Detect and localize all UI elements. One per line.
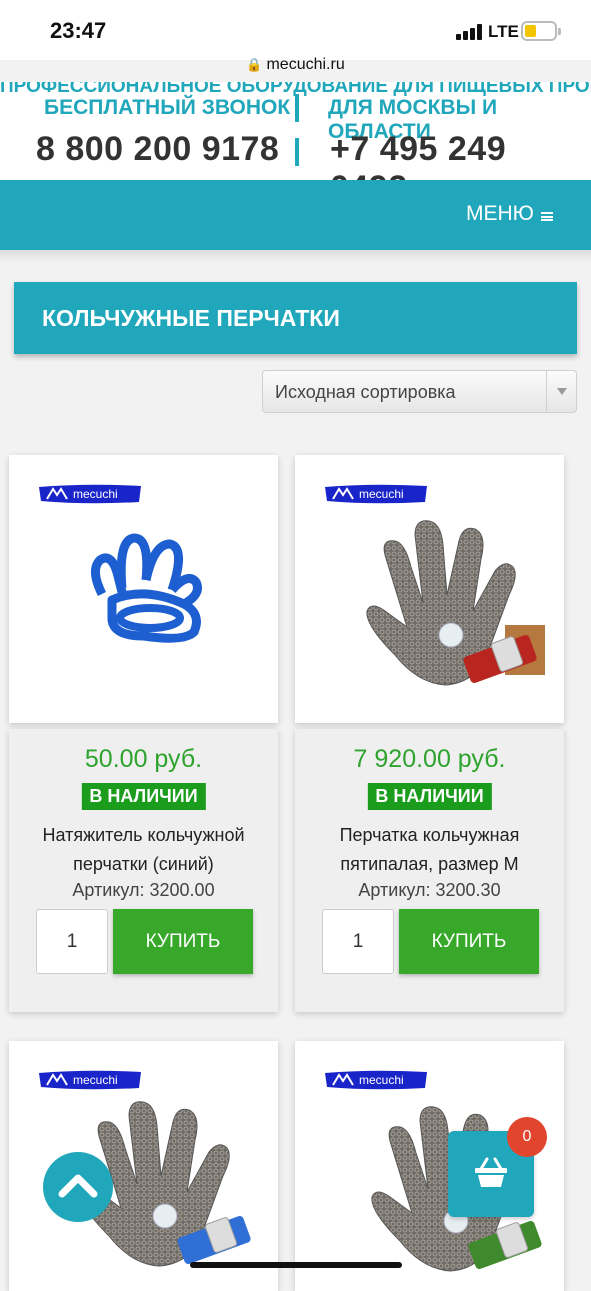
menu-button[interactable]: МЕНЮ	[466, 202, 534, 226]
product-sku: Артикул: 3200.30	[358, 880, 501, 900]
product-name[interactable]: Перчатка кольчужная пятипалая, размер M	[305, 821, 554, 879]
tensioner-image	[91, 533, 202, 643]
mesh-glove-image	[366, 520, 545, 686]
product-price: 50.00 руб.	[84, 745, 203, 773]
category-title: КОЛЬЧУЖНЫЕ ПЕРЧАТКИ	[42, 305, 340, 331]
product-image[interactable]: mecuchi	[9, 455, 278, 723]
signal-icon	[456, 24, 482, 40]
product-card: 50.00 руб. В НАЛИЧИИ Натяжитель кольчужн…	[9, 729, 278, 1012]
stock-badge: В НАЛИЧИИ	[367, 783, 492, 810]
brand-logo: mecuchi	[39, 484, 141, 504]
free-call-label: БЕСПЛАТНЫЙ ЗВОНОК	[44, 96, 291, 119]
sort-selected: Исходная сортировка	[275, 382, 456, 402]
status-bar: 23:47 LTE	[0, 0, 591, 60]
status-time: 23:47	[50, 18, 107, 43]
chevron-down-icon	[546, 371, 576, 412]
brand-logo: mecuchi	[39, 1070, 141, 1090]
nav-bar: МЕНЮ	[0, 180, 591, 250]
chevron-up-icon	[58, 1174, 98, 1198]
category-header: КОЛЬЧУЖНЫЕ ПЕРЧАТКИ	[14, 282, 577, 354]
header-divider	[295, 94, 299, 122]
product-card: 7 920.00 руб. В НАЛИЧИИ Перчатка кольчуж…	[295, 729, 564, 1012]
brand-logo-text: mecuchi	[73, 487, 118, 501]
brand-logo: mecuchi	[325, 484, 427, 504]
url-bar[interactable]: 🔒 mecuchi.ru	[0, 56, 591, 82]
quantity-input[interactable]: 1	[322, 909, 394, 974]
site-header: ПРОФЕССИОНАЛЬНОЕ ОБОРУДОВАНИЕ ДЛЯ ПИЩЕВЫ…	[0, 82, 591, 180]
product-sku: Артикул: 3200.00	[72, 880, 215, 900]
nav-shadow	[0, 250, 591, 262]
phone-moscow[interactable]: +7 495 249 0492	[330, 130, 591, 180]
stock-badge: В НАЛИЧИИ	[81, 783, 206, 810]
hamburger-icon[interactable]	[541, 212, 553, 221]
network-type: LTE	[488, 22, 519, 41]
cart-count-badge: 0	[507, 1117, 547, 1157]
url-text: mecuchi.ru	[266, 56, 345, 73]
buy-button[interactable]: КУПИТЬ	[399, 909, 539, 974]
brand-logo-text: mecuchi	[359, 487, 404, 501]
brand-logo-text: mecuchi	[73, 1073, 118, 1087]
sort-select[interactable]: Исходная сортировка	[262, 370, 577, 413]
phone-free[interactable]: 8 800 200 9178	[36, 130, 279, 169]
basket-icon	[475, 1157, 507, 1187]
battery-icon	[521, 21, 561, 41]
product-name[interactable]: Натяжитель кольчужной перчатки (синий)	[19, 821, 268, 879]
brand-logo-text: mecuchi	[359, 1073, 404, 1087]
brand-logo: mecuchi	[325, 1070, 427, 1090]
product-price: 7 920.00 руб.	[353, 745, 506, 773]
product-image[interactable]: mecuchi	[295, 455, 564, 723]
quantity-input[interactable]: 1	[36, 909, 108, 974]
home-indicator	[190, 1262, 402, 1268]
buy-button[interactable]: КУПИТЬ	[113, 909, 253, 974]
lock-icon: 🔒	[246, 57, 263, 72]
header-divider	[295, 138, 299, 166]
scroll-to-top-button[interactable]	[43, 1152, 113, 1222]
